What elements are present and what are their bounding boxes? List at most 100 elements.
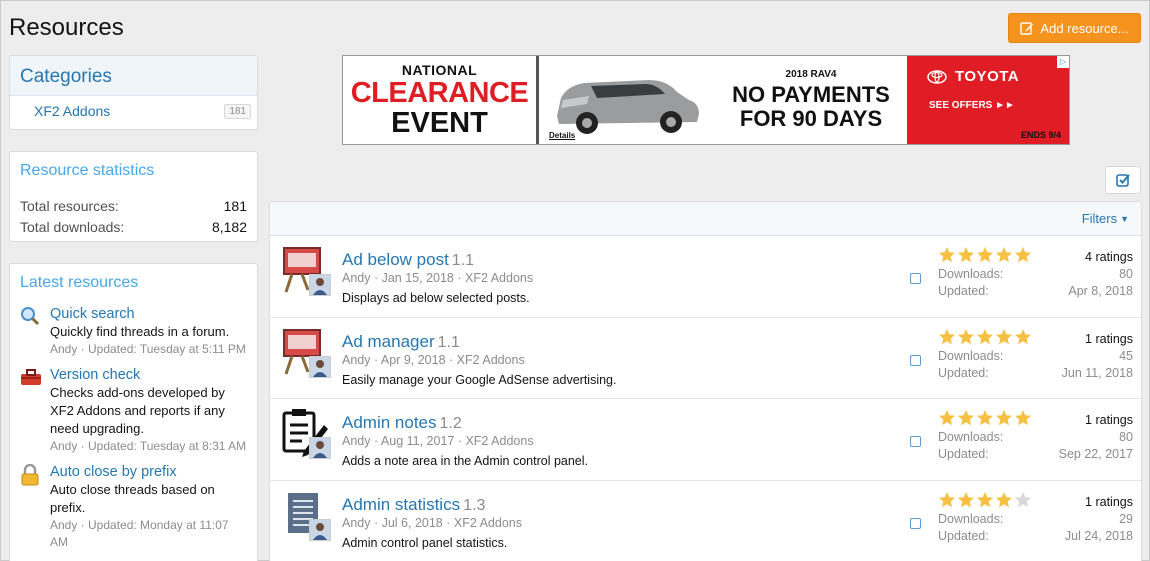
- checkbox-icon: [1116, 174, 1130, 187]
- updated-value: Apr 8, 2018: [1068, 284, 1133, 298]
- resource-version: 1.3: [463, 496, 486, 514]
- resource-description: Admin control panel statistics.: [342, 535, 508, 550]
- rating-stars: [938, 246, 1032, 264]
- star-icon: [996, 410, 1012, 426]
- avatar[interactable]: [309, 355, 331, 378]
- resource-title[interactable]: Admin notes 1.2: [342, 413, 462, 433]
- star-icon: [996, 247, 1012, 263]
- star-icon: [958, 247, 974, 263]
- resource-meta: Andy · Jan 15, 2018 · XF2 Addons: [342, 271, 534, 285]
- downloads-value: 80: [1119, 430, 1133, 444]
- resource-title[interactable]: Ad manager 1.1: [342, 332, 460, 352]
- star-icon: [977, 410, 993, 426]
- updated-value: Jun 11, 2018: [1061, 365, 1133, 380]
- ratings-count: 4 ratings: [1085, 250, 1133, 264]
- lock-icon: [20, 463, 42, 551]
- resource-title-text[interactable]: Ad below post: [342, 250, 449, 269]
- resource-description: Easily manage your Google AdSense advert…: [342, 372, 617, 387]
- categories-title: Categories: [10, 56, 257, 96]
- latest-item-title[interactable]: Quick search: [50, 305, 247, 323]
- latest-item-desc: Checks add-ons developed by XF2 Addons a…: [50, 385, 225, 436]
- select-checkbox[interactable]: [910, 273, 921, 284]
- downloads-value: 45: [1119, 348, 1133, 363]
- star-icon: [958, 328, 974, 344]
- resource-version: 1.2: [439, 415, 462, 432]
- resource-description: Displays ad below selected posts.: [342, 291, 530, 305]
- category-item-xf2-addons[interactable]: XF2 Addons 181: [10, 96, 257, 119]
- latest-item-meta: Andy · Updated: Tuesday at 8:31 AM: [50, 439, 247, 453]
- select-checkbox[interactable]: [910, 517, 921, 529]
- resource-title[interactable]: Admin statistics 1.3: [342, 495, 485, 515]
- add-resource-label: Add resource...: [1040, 20, 1129, 36]
- stat-row-total-downloads: Total downloads: 8,182: [20, 217, 247, 238]
- latest-item: Quick search Quickly find threads in a f…: [20, 305, 247, 358]
- select-toggle-button[interactable]: [1105, 166, 1141, 194]
- ad-details-link[interactable]: Details: [549, 131, 575, 140]
- avatar[interactable]: [309, 274, 331, 296]
- resource-meta: Andy · Jul 6, 2018 · XF2 Addons: [342, 515, 522, 530]
- resource-meta: Andy · Aug 11, 2017 · XF2 Addons: [342, 434, 534, 448]
- downloads-label: Downloads:: [938, 430, 1004, 444]
- edit-icon: [1020, 22, 1034, 35]
- latest-item-title[interactable]: Auto close by prefix: [50, 463, 247, 481]
- updated-label: Updated:: [938, 528, 989, 543]
- ad-clearance-text: CLEARANCE: [350, 77, 529, 109]
- star-icon: [1015, 247, 1031, 263]
- resource-description: Adds a note area in the Admin control pa…: [342, 454, 588, 468]
- star-icon: [977, 491, 993, 507]
- ad-event-text: EVENT: [391, 107, 488, 139]
- downloads-value: 80: [1119, 267, 1133, 281]
- magnifier-icon: [20, 305, 42, 358]
- select-checkbox[interactable]: [910, 354, 921, 366]
- latest-item: Auto close by prefix Auto close threads …: [20, 463, 247, 551]
- latest-item-title[interactable]: Version check: [50, 366, 247, 384]
- star-icon: [958, 410, 974, 426]
- ad-brand-name: TOYOTA: [955, 68, 1020, 85]
- add-resource-button[interactable]: Add resource...: [1008, 13, 1141, 43]
- statistics-title: Resource statistics: [20, 162, 155, 179]
- resource-title-text[interactable]: Admin statistics: [342, 495, 460, 514]
- resource-title-text[interactable]: Admin notes: [342, 413, 437, 432]
- avatar[interactable]: [309, 518, 331, 541]
- ratings-count: 1 ratings: [1085, 413, 1133, 427]
- rating-stars: [938, 409, 1032, 427]
- categories-block: Categories XF2 Addons 181: [9, 55, 258, 130]
- resource-title-text[interactable]: Ad manager: [342, 332, 435, 351]
- latest-item-desc: Auto close threads based on prefix.: [50, 482, 215, 515]
- resource-version: 1.1: [451, 252, 475, 269]
- star-icon: [939, 410, 955, 426]
- ad-brand-panel: TOYOTA SEE OFFERS ►► ENDS 9/4 ▷: [907, 56, 1069, 144]
- ad-brand: TOYOTA: [927, 68, 1019, 85]
- page-title: Resources: [9, 14, 124, 41]
- ad-clearance-panel: NATIONAL CLEARANCE EVENT: [343, 56, 539, 144]
- ad-choices-icon[interactable]: ▷: [1057, 56, 1069, 68]
- ad-banner[interactable]: NATIONAL CLEARANCE EVENT Details 2018 RA…: [342, 55, 1070, 145]
- caret-down-icon[interactable]: ▼: [1120, 214, 1129, 224]
- stat-label: Total downloads:: [20, 219, 125, 235]
- ratings-count: 1 ratings: [1085, 494, 1133, 509]
- resource-version: 1.1: [437, 333, 460, 351]
- ad-national-text: NATIONAL: [401, 62, 478, 78]
- latest-item-meta: Andy · Updated: Monday at 11:07 AM: [50, 518, 229, 549]
- ad-model-text: 2018 RAV4: [785, 69, 837, 80]
- star-icon: [939, 491, 955, 507]
- select-checkbox[interactable]: [910, 436, 921, 447]
- toyota-logo-icon: [927, 69, 947, 84]
- star-icon: [977, 247, 993, 263]
- ad-see-offers[interactable]: SEE OFFERS ►►: [929, 100, 1015, 111]
- star-icon: [1015, 410, 1031, 426]
- latest-item: Version check Checks add-ons developed b…: [20, 366, 247, 455]
- avatar[interactable]: [309, 437, 331, 459]
- rating-stars: [938, 491, 1032, 509]
- filters-button[interactable]: Filters: [1082, 211, 1117, 226]
- stat-value: 181: [223, 198, 247, 214]
- star-icon: [996, 328, 1012, 344]
- ad-headline-1: NO PAYMENTS: [732, 82, 890, 107]
- latest-item-desc: Quickly find threads in a forum.: [50, 324, 230, 339]
- updated-label: Updated:: [938, 365, 989, 380]
- latest-resources-block: Latest resources Quick search Quickly fi…: [9, 263, 258, 561]
- resource-title[interactable]: Ad below post 1.1: [342, 250, 474, 270]
- updated-label: Updated:: [938, 447, 989, 461]
- rating-stars: [938, 328, 1032, 346]
- latest-item-meta: Andy · Updated: Tuesday at 5:11 PM: [50, 342, 246, 356]
